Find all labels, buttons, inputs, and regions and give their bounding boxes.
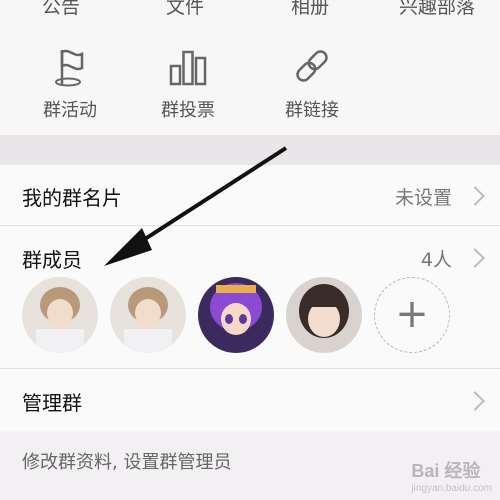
- group-activity-label: 群活动: [43, 100, 97, 121]
- section-gap: [0, 135, 500, 165]
- group-vote-button[interactable]: 群投票: [133, 44, 243, 122]
- chevron-right-icon: [465, 248, 485, 268]
- top-entry-interest-tribe[interactable]: 兴趣部落: [382, 0, 492, 19]
- avatar-image: [286, 277, 362, 353]
- avatar-image: [198, 277, 274, 353]
- watermark: Bai 经验 jingyan.baidu.com: [411, 457, 492, 494]
- plus-icon: +: [395, 291, 429, 337]
- chevron-right-icon: [465, 391, 485, 411]
- member-avatar[interactable]: [198, 277, 274, 353]
- bar-chart-icon: [169, 50, 207, 86]
- chevron-right-icon: [465, 186, 485, 206]
- avatar-image: [110, 277, 186, 353]
- group-activity-button[interactable]: 群活动: [15, 44, 125, 122]
- group-actions: 群活动 群投票 群链接: [0, 22, 500, 135]
- member-avatar[interactable]: [22, 277, 98, 353]
- my-group-card-row[interactable]: 我的群名片 未设置: [0, 165, 500, 225]
- manage-group-title: 管理群: [22, 391, 82, 415]
- manage-group-row[interactable]: 管理群: [0, 369, 500, 431]
- group-vote-label: 群投票: [161, 100, 215, 121]
- top-entries-row: 公告 文件 相册 兴趣部落: [0, 0, 500, 22]
- manage-group-note: 修改群资料, 设置群管理员: [22, 452, 232, 473]
- member-avatar[interactable]: [286, 277, 362, 353]
- add-member-button[interactable]: +: [374, 277, 450, 353]
- group-members-title: 群成员: [22, 248, 82, 272]
- top-entry-album[interactable]: 相册: [255, 0, 365, 19]
- link-icon: [296, 50, 328, 82]
- group-link-button[interactable]: 群链接: [257, 44, 367, 122]
- group-members-count: 4人: [420, 249, 452, 271]
- watermark-url: jingyan.baidu.com: [411, 483, 492, 494]
- watermark-brand: Bai 经验: [411, 461, 481, 481]
- flag-icon: [55, 49, 84, 87]
- my-group-card-value: 未设置: [394, 187, 452, 209]
- group-link-label: 群链接: [285, 100, 339, 121]
- avatar-image: [22, 277, 98, 353]
- top-entry-announcement[interactable]: 公告: [6, 0, 116, 19]
- member-avatar[interactable]: [110, 277, 186, 353]
- top-entry-files[interactable]: 文件: [130, 0, 240, 19]
- my-group-card-title: 我的群名片: [22, 186, 122, 210]
